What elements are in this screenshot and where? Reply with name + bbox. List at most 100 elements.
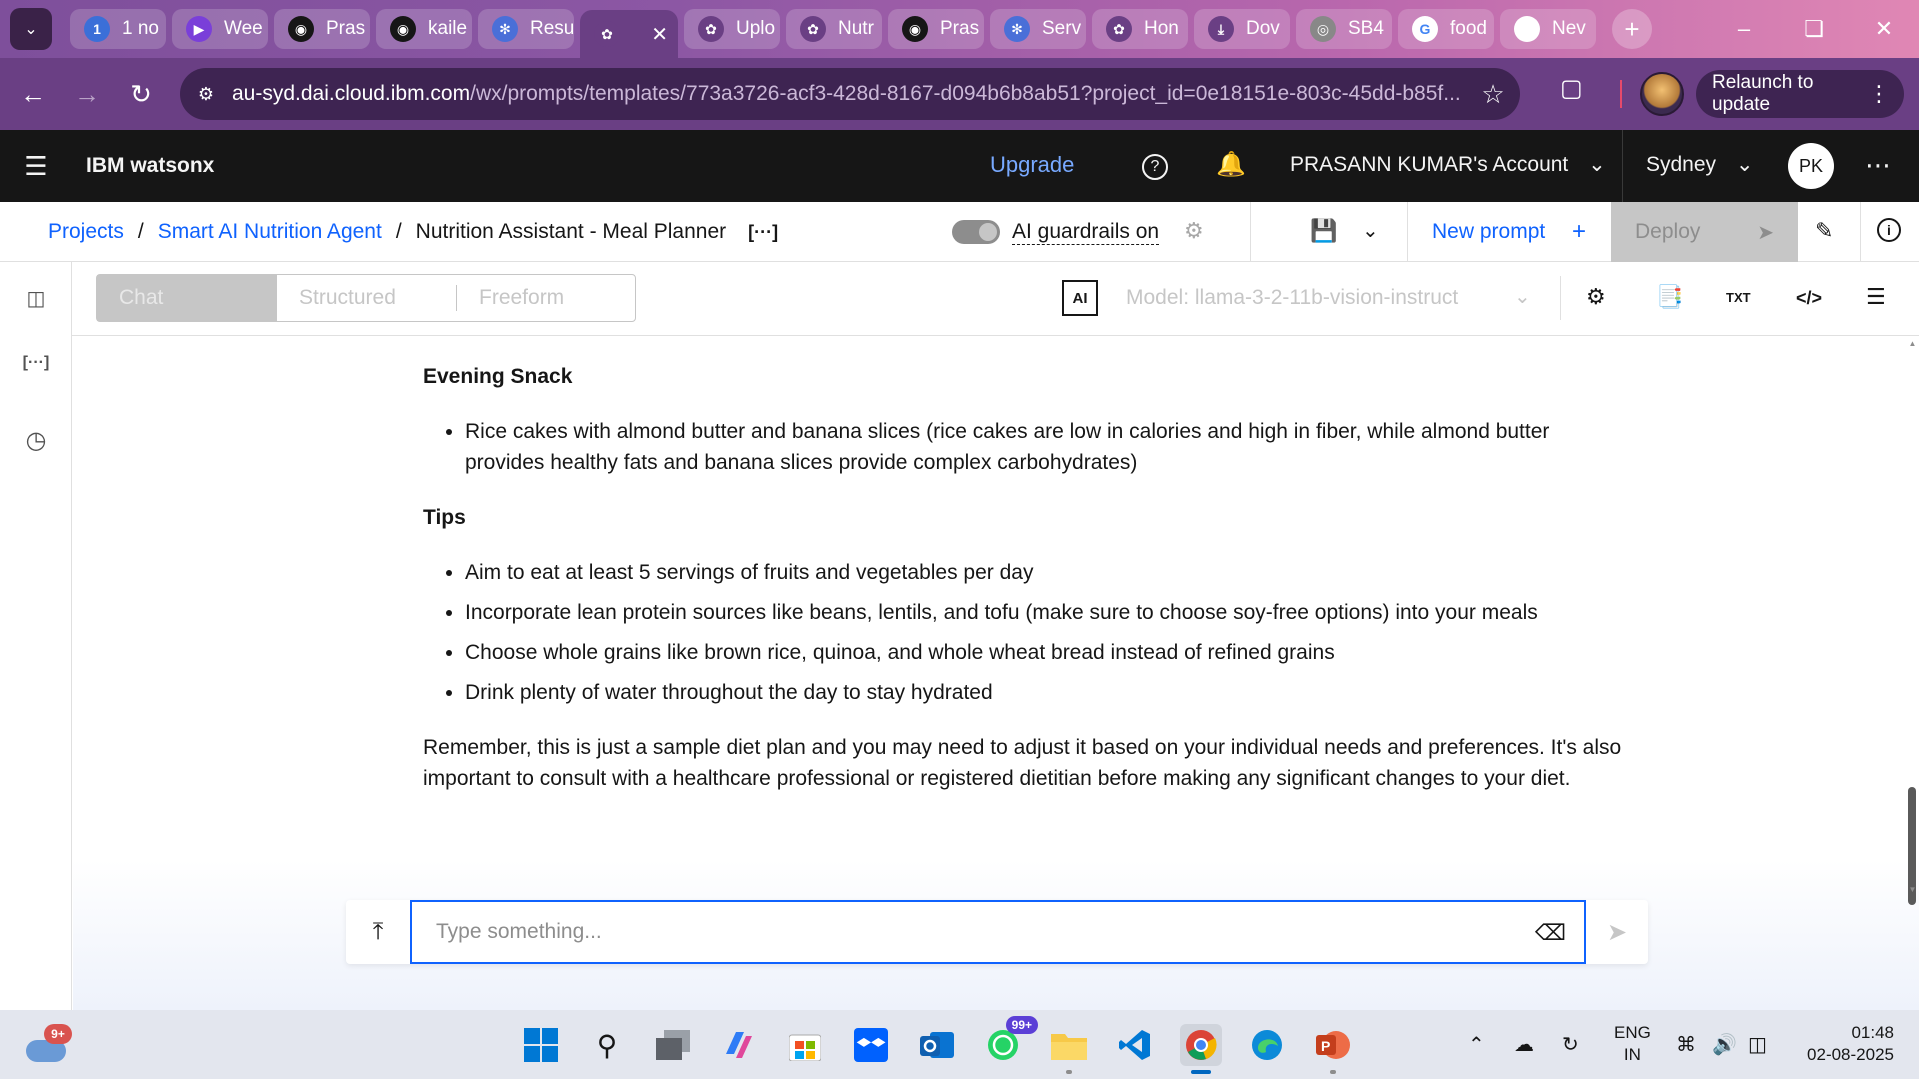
relaunch-button[interactable]: Relaunch to update ⋮ — [1696, 70, 1904, 118]
browser-tab[interactable]: ◉ Nev — [1500, 9, 1596, 49]
language-indicator[interactable]: ENG IN — [1614, 1022, 1651, 1066]
user-avatar[interactable]: PK — [1788, 143, 1834, 189]
product-name[interactable]: IBM watsonx — [86, 154, 214, 178]
browser-tab[interactable]: ◉ Pras — [888, 9, 984, 49]
mode-switcher: Chat Structured Freeform — [96, 274, 636, 322]
browser-tab[interactable]: Gfood — [1398, 9, 1494, 49]
browser-tab[interactable]: ✿ Hon — [1092, 9, 1188, 49]
browser-tab[interactable]: ▶ Wee — [172, 9, 268, 49]
windows-taskbar: 9+ ⚲ 99+ P ⌃ ☁ ↻ ENG IN ⌘ 🔊 ◫ 01:48 02-0… — [0, 1010, 1919, 1079]
tab-label: Pras — [940, 18, 980, 39]
breadcrumb-project[interactable]: Smart AI Nutrition Agent — [158, 220, 382, 244]
rocket-icon: ➤ — [1757, 221, 1774, 244]
help-icon[interactable]: ? — [1142, 150, 1168, 180]
upgrade-link[interactable]: Upgrade — [990, 152, 1074, 178]
copilot-icon[interactable] — [718, 1024, 760, 1066]
new-prompt-button[interactable]: New prompt + — [1408, 202, 1610, 262]
edit-icon[interactable]: ✎ — [1815, 218, 1833, 244]
extensions-icon[interactable]: ▢ — [1560, 74, 1583, 103]
vscode-icon[interactable] — [1114, 1024, 1156, 1066]
browser-tab[interactable]: ✿ ✕ — [580, 10, 678, 58]
volume-icon[interactable]: 🔊 — [1712, 1032, 1737, 1057]
app-switcher-icon[interactable]: ⋯ — [1865, 150, 1891, 181]
browser-tab[interactable]: ✿ Nutr — [786, 9, 882, 49]
region-switcher[interactable]: Sydney ⌄ — [1646, 152, 1754, 177]
guardrails-toggle[interactable] — [952, 220, 1000, 244]
code-view-icon[interactable]: </> — [1796, 288, 1822, 309]
new-tab-button[interactable]: + — [1612, 9, 1652, 49]
scroll-up-icon[interactable]: ▲ — [1906, 339, 1919, 348]
scrollbar[interactable]: ▲ ▼ — [1906, 337, 1919, 905]
eraser-icon[interactable]: ⌫ — [1535, 920, 1566, 946]
battery-icon[interactable]: ◫ — [1748, 1032, 1767, 1057]
guardrails-label[interactable]: AI guardrails on — [1012, 220, 1160, 245]
assistant-response: Evening Snack Rice cakes with almond but… — [423, 361, 1633, 794]
account-switcher[interactable]: PRASANN KUMAR's Account ⌄ — [1290, 152, 1606, 177]
chrome-icon[interactable] — [1180, 1024, 1222, 1074]
back-arrow-icon[interactable]: ← — [6, 79, 60, 110]
settings-sliders-icon[interactable]: ☰ — [1866, 284, 1886, 310]
chevron-up-icon[interactable]: ⌃ — [1468, 1032, 1485, 1057]
outlook-icon[interactable] — [916, 1024, 958, 1066]
file-explorer-icon[interactable] — [1048, 1024, 1090, 1074]
close-window-icon[interactable]: ✕ — [1849, 16, 1919, 42]
browser-tab[interactable]: 1 1 no — [70, 9, 166, 49]
address-bar[interactable]: ⚙ au-syd.dai.cloud.ibm.com/wx/prompts/te… — [180, 68, 1520, 120]
powerpoint-icon[interactable]: P — [1312, 1024, 1354, 1074]
search-icon[interactable]: ⚲ — [586, 1024, 628, 1066]
whatsapp-icon[interactable]: 99+ — [982, 1016, 1038, 1066]
side-panel-icon[interactable]: ◫ — [0, 286, 72, 311]
chevron-down-icon[interactable]: ⌄ — [1362, 218, 1379, 243]
guardrails-settings-icon[interactable]: ⚙ — [1184, 218, 1204, 244]
model-selector[interactable]: Model: llama-3-2-11b-vision-instruct — [1126, 286, 1458, 310]
profile-avatar[interactable] — [1640, 72, 1684, 116]
sync-icon[interactable]: ↻ — [1562, 1032, 1579, 1057]
breadcrumb-projects[interactable]: Projects — [48, 220, 124, 244]
mode-structured[interactable]: Structured — [277, 285, 457, 311]
info-icon[interactable]: i — [1877, 218, 1901, 242]
model-parameters-icon[interactable]: ⚙ — [1586, 284, 1606, 310]
prompt-library-icon[interactable]: 📑 — [1656, 284, 1683, 310]
mode-freeform[interactable]: Freeform — [457, 275, 635, 321]
dropbox-icon[interactable] — [850, 1024, 892, 1066]
close-tab-icon[interactable]: ✕ — [651, 22, 668, 47]
system-clock[interactable]: 01:48 02-08-2025 — [1794, 1022, 1894, 1066]
browser-tab[interactable]: ✿ Uplo — [684, 9, 780, 49]
variables-icon[interactable]: [···] — [0, 354, 72, 372]
left-rail: ◫ [···] ◷ — [0, 262, 72, 1010]
restore-icon[interactable]: ❏ — [1779, 16, 1849, 42]
site-info-icon[interactable]: ⚙ — [180, 84, 232, 105]
save-icon[interactable]: 💾 — [1310, 218, 1337, 244]
notification-bell-icon[interactable]: 🔔 — [1216, 150, 1246, 179]
deploy-button[interactable]: Deploy ➤ — [1611, 202, 1798, 262]
variables-icon[interactable]: [···] — [748, 222, 778, 243]
store-icon[interactable] — [784, 1024, 826, 1066]
txt-view-icon[interactable]: TXT — [1726, 290, 1751, 305]
edge-icon[interactable] — [1246, 1024, 1288, 1066]
forward-arrow-icon[interactable]: → — [60, 79, 114, 110]
reload-icon[interactable]: ↻ — [114, 79, 168, 110]
send-icon[interactable]: ➤ — [1586, 900, 1648, 964]
menu-icon[interactable]: ☰ — [0, 151, 72, 182]
windows-start-icon[interactable] — [520, 1024, 562, 1066]
browser-tab[interactable]: ✻ Serv — [990, 9, 1086, 49]
scroll-down-icon[interactable]: ▼ — [1906, 885, 1919, 894]
weather-widget[interactable]: 9+ — [26, 1024, 72, 1064]
chat-input[interactable] — [412, 920, 1512, 944]
minimize-icon[interactable]: – — [1709, 16, 1779, 42]
wifi-icon[interactable]: ⌘ — [1676, 1032, 1696, 1057]
clock-date: 02-08-2025 — [1807, 1045, 1894, 1064]
onedrive-icon[interactable]: ☁ — [1514, 1032, 1534, 1057]
browser-tab[interactable]: ⤓ Dov — [1194, 9, 1290, 49]
task-view-icon[interactable] — [652, 1024, 694, 1066]
browser-tab[interactable]: ◉ kaile — [376, 9, 472, 49]
browser-tab[interactable]: ◎ SB4 — [1296, 9, 1392, 49]
history-clock-icon[interactable]: ◷ — [0, 426, 72, 455]
browser-tab[interactable]: ✻ Resu — [478, 9, 574, 49]
chevron-down-icon[interactable]: ⌄ — [1514, 284, 1531, 309]
tab-search-button[interactable]: ⌄ — [10, 8, 52, 50]
mode-chat[interactable]: Chat — [97, 275, 277, 321]
browser-tab[interactable]: ◉ Pras — [274, 9, 370, 49]
bookmark-star-icon[interactable]: ☆ — [1466, 79, 1520, 110]
upload-icon[interactable]: ⤒ — [346, 900, 410, 964]
